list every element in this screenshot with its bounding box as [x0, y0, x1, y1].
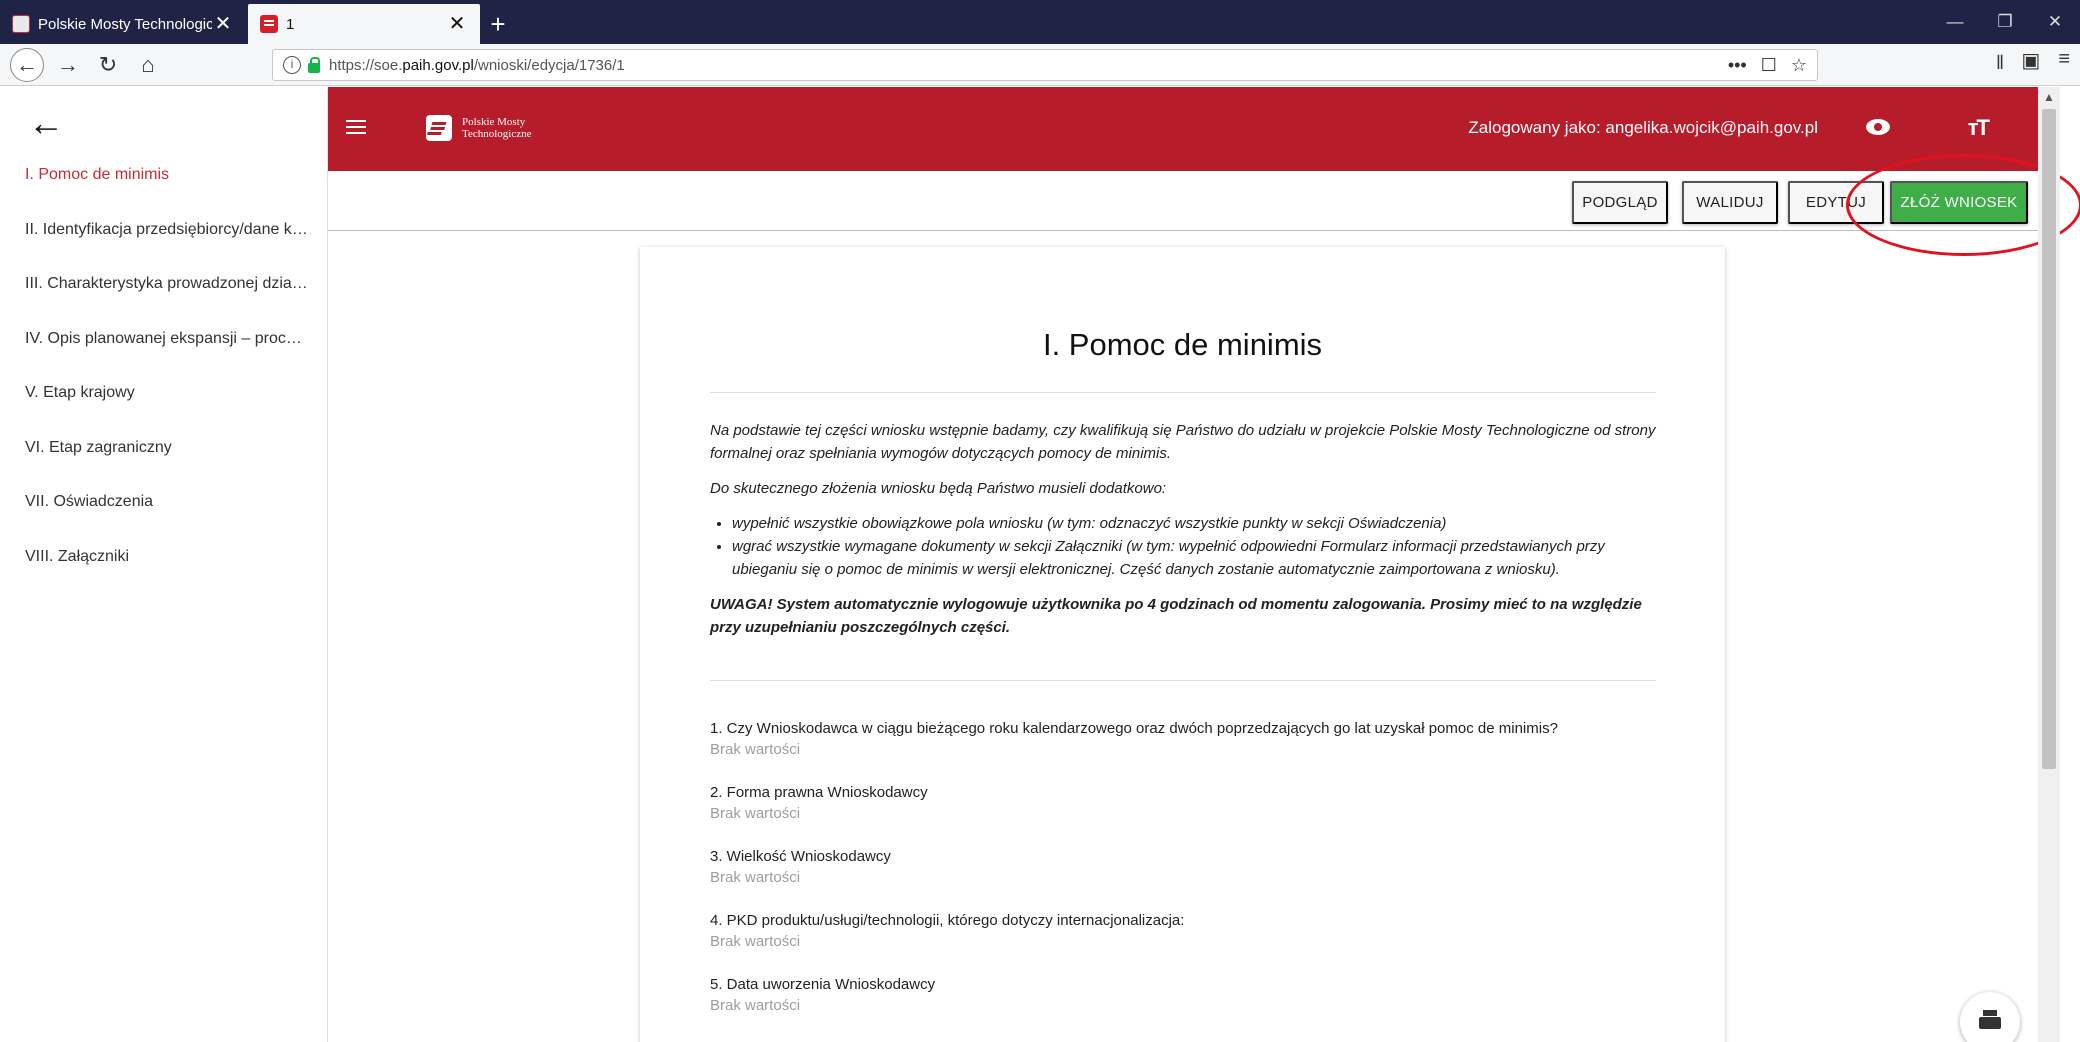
question-label: 1. Czy Wnioskodawca w ciągu bieżącego ro…: [710, 720, 1558, 737]
sidebar-item-etap-krajowy[interactable]: V. Etap krajowy: [0, 383, 328, 438]
browser-tab-mosty[interactable]: Polskie Mosty Technologiczne | ✕: [0, 4, 246, 44]
requirements-list: wypełnić wszystkie obowiązkowe pola wnio…: [732, 512, 1656, 581]
submit-application-button[interactable]: ZŁÓŻ WNIOSEK: [1890, 181, 2028, 224]
restore-icon[interactable]: ❐: [1980, 0, 2030, 44]
new-tab-button[interactable]: +: [480, 4, 516, 44]
logout-warning: UWAGA! System automatycznie wylogowuje u…: [710, 596, 1642, 636]
text-size-icon[interactable]: тT: [1968, 115, 1990, 141]
section-list: I. Pomoc de minimis II. Identyfikacja pr…: [0, 165, 328, 601]
hamburger-menu-icon[interactable]: [346, 120, 366, 134]
url-actions: ••• ☐ ☆: [1728, 55, 1807, 76]
menu-icon[interactable]: ≡: [2058, 48, 2070, 82]
validate-button[interactable]: WALIDUJ: [1682, 181, 1778, 224]
page-actions-icon[interactable]: •••: [1728, 55, 1747, 76]
sidebar-item-etap-zagraniczny[interactable]: VI. Etap zagraniczny: [0, 438, 328, 493]
bookmark-star-icon[interactable]: ☆: [1791, 55, 1807, 76]
sidebar-item-oswiadczenia[interactable]: VII. Oświadczenia: [0, 492, 328, 547]
question-label: 5. Data uworzenia Wnioskodawcy: [710, 976, 936, 993]
url-bar[interactable]: i https://soe.paih.gov.pl/wnioski/edycja…: [272, 49, 1818, 81]
question-list: 1. Czy Wnioskodawca w ciągu bieżącego ro…: [710, 719, 1656, 1039]
sidebar-item-opis-ekspansji[interactable]: IV. Opis planowanej ekspansji – proces i…: [0, 329, 328, 384]
page-scrollbar[interactable]: ▲: [2038, 87, 2060, 1042]
question-item: 2. Forma prawna Wnioskodawcy Brak wartoś…: [710, 783, 1656, 847]
sidebar-item-zalaczniki[interactable]: VIII. Załączniki: [0, 547, 328, 602]
logo-mark-icon: [426, 115, 452, 141]
scrollbar-thumb[interactable]: [2042, 109, 2056, 769]
form-favicon-icon: [260, 15, 278, 33]
list-item: wypełnić wszystkie obowiązkowe pola wnio…: [732, 512, 1656, 535]
app-logo[interactable]: Polskie Mosty Technologiczne: [426, 115, 531, 141]
intro-paragraph: Do skutecznego złożenia wniosku będą Pań…: [710, 480, 1167, 497]
divider: [710, 680, 1656, 681]
action-toolbar: PODGLĄD WALIDUJ EDYTUJ ZŁÓŻ WNIOSEK: [328, 171, 2038, 231]
divider: [710, 392, 1656, 393]
home-icon[interactable]: ⌂: [128, 45, 168, 85]
question-label: 2. Forma prawna Wnioskodawcy: [710, 784, 928, 801]
browser-tab-bar: Polskie Mosty Technologiczne | ✕ 1 ✕ + —…: [0, 0, 2080, 44]
print-icon[interactable]: [1960, 992, 2020, 1042]
question-value: Brak wartości: [710, 805, 801, 822]
pocket-icon[interactable]: ☐: [1761, 55, 1777, 76]
question-label: 4. PKD produktu/usługi/technologii, któr…: [710, 912, 1185, 929]
close-tab-icon[interactable]: ✕: [212, 14, 234, 34]
library-icon[interactable]: 𝍪: [1997, 48, 2004, 82]
back-arrow-icon[interactable]: ←: [28, 105, 64, 141]
list-item: wgrać wszystkie wymagane dokumenty w sek…: [732, 535, 1656, 581]
eye-icon[interactable]: [1866, 119, 1890, 135]
question-item: 4. PKD produktu/usługi/technologii, któr…: [710, 911, 1656, 975]
url-text[interactable]: https://soe.paih.gov.pl/wnioski/edycja/1…: [329, 57, 1728, 74]
back-arrow-icon[interactable]: ←: [10, 47, 44, 82]
preview-button[interactable]: PODGLĄD: [1572, 181, 1668, 224]
reload-icon[interactable]: ↻: [88, 45, 128, 85]
sidebar-item-identyfikacja[interactable]: II. Identyfikacja przedsiębiorcy/dane ko…: [0, 220, 328, 275]
forward-arrow-icon[interactable]: →: [48, 45, 88, 85]
question-label: 3. Wielkość Wnioskodawcy: [710, 848, 891, 865]
app-header: Polskie Mosty Technologiczne Zalogowany j…: [328, 87, 2038, 171]
logged-in-user: Zalogowany jako: angelika.wojcik@paih.go…: [1468, 118, 1818, 137]
tab-title: 1: [286, 15, 295, 33]
browser-right-toolbar: 𝍪 ▣ ≡: [1997, 48, 2070, 82]
browser-tab-form[interactable]: 1 ✕: [248, 4, 480, 44]
close-window-icon[interactable]: ✕: [2030, 0, 2080, 44]
edit-button[interactable]: EDYTUJ: [1788, 181, 1884, 224]
window-controls: — ❐ ✕: [1930, 0, 2080, 44]
sidebar-item-pomoc-de-minimis[interactable]: I. Pomoc de minimis: [0, 165, 328, 220]
browser-nav-bar: ← → ↻ ⌂ i https://soe.paih.gov.pl/wniosk…: [0, 44, 2080, 86]
page-title: I. Pomoc de minimis: [1042, 327, 1323, 362]
close-tab-icon[interactable]: ✕: [446, 14, 468, 34]
question-item: 5. Data uworzenia Wnioskodawcy Brak wart…: [710, 975, 1656, 1039]
intro-text: Na podstawie tej części wniosku wstępnie…: [710, 419, 1656, 651]
sidebar-item-charakterystyka[interactable]: III. Charakterystyka prowadzonej działal…: [0, 274, 328, 329]
intro-paragraph: Na podstawie tej części wniosku wstępnie…: [710, 422, 1656, 462]
info-icon[interactable]: i: [283, 56, 301, 74]
document-card: I. Pomoc de minimis Na podstawie tej czę…: [640, 247, 1725, 1042]
question-item: 1. Czy Wnioskodawca w ciągu bieżącego ro…: [710, 719, 1656, 783]
tab-title: Polskie Mosty Technologiczne |: [38, 15, 212, 33]
section-sidebar: ← I. Pomoc de minimis II. Identyfikacja …: [0, 87, 328, 1042]
question-value: Brak wartości: [710, 933, 801, 950]
question-value: Brak wartości: [710, 997, 801, 1014]
logo-text: Polskie Mosty Technologiczne: [462, 116, 532, 140]
minimize-icon[interactable]: —: [1930, 0, 1980, 44]
site-favicon-icon: [12, 15, 30, 33]
question-item: 3. Wielkość Wnioskodawcy Brak wartości: [710, 847, 1656, 911]
sidebar-toggle-icon[interactable]: ▣: [2021, 48, 2040, 82]
scroll-up-icon[interactable]: ▲: [2038, 87, 2060, 107]
lock-icon[interactable]: [307, 57, 321, 73]
question-value: Brak wartości: [710, 741, 801, 758]
question-value: Brak wartości: [710, 869, 801, 886]
